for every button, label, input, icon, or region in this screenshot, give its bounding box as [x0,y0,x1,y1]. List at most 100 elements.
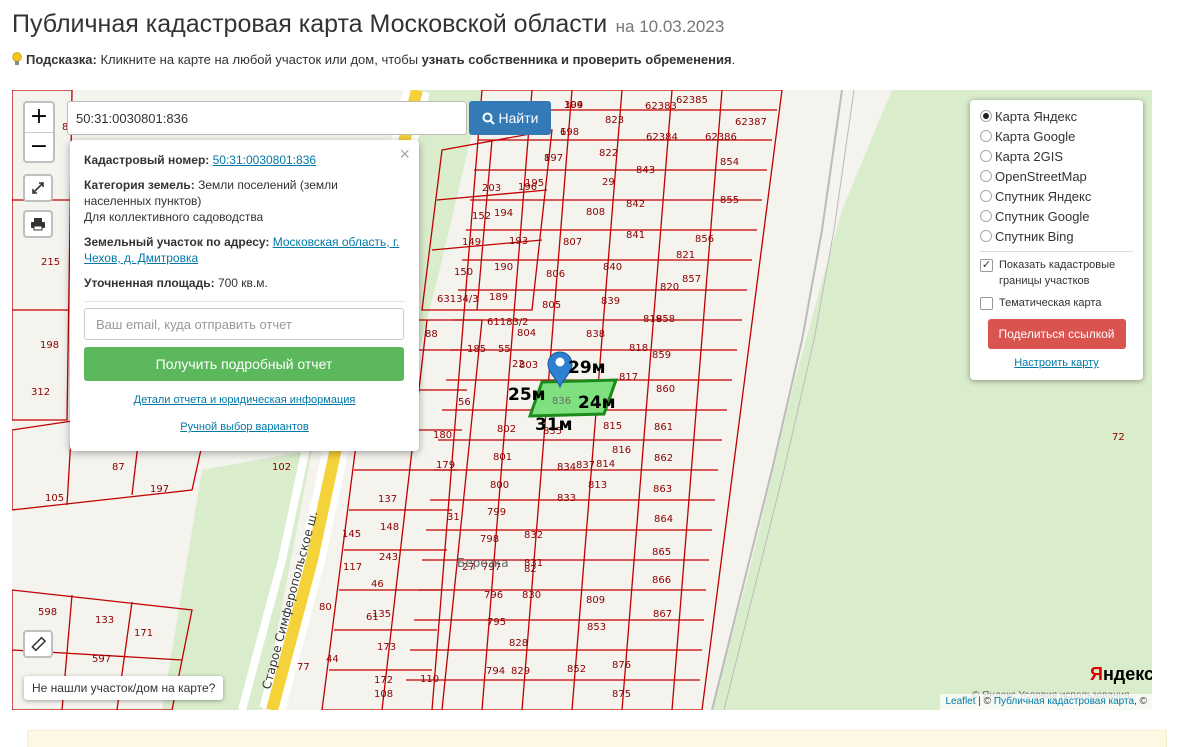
plot-number-label: 852 [567,664,586,675]
setup-map-link[interactable]: Настроить карту [1014,357,1099,369]
layer-radio[interactable] [980,210,992,222]
page-header: Публичная кадастровая карта Московской о… [12,10,724,39]
ruler-button[interactable] [23,630,53,658]
thematic-checkbox[interactable] [980,297,993,310]
plot-info-popup: × Кадастровый номер: 50:31:0030801:836 К… [70,140,419,451]
layer-radio[interactable] [980,190,992,202]
plot-number-label: 813 [588,480,607,491]
leaflet-link[interactable]: Leaflet [945,696,975,707]
get-report-button[interactable]: Получить подробный отчет [84,347,404,381]
layer-option[interactable]: OpenStreetMap [980,166,1133,186]
layer-option-label: Спутник Google [995,208,1090,224]
share-link-button[interactable]: Поделиться ссылкой [987,319,1126,349]
yandex-logo-a: Я [1090,664,1103,684]
plot-number-label: 61183/2 [487,317,529,328]
layer-radio[interactable] [980,170,992,182]
layer-radio[interactable] [980,230,992,242]
not-found-button[interactable]: Не нашли участок/дом на карте? [24,676,224,700]
pkk-link[interactable]: Публичная кадастровая карта [994,696,1134,707]
plot-number-label: 866 [652,575,671,586]
plot-number-label: 854 [720,157,739,168]
plot-number-label: 814 [596,459,615,470]
base-layer-list: Карта Яндекс Карта Google Карта 2GIS OpenSt… [980,106,1133,246]
plot-number-label: 215 [41,257,60,268]
fullscreen-button[interactable] [23,174,53,202]
layer-radio[interactable] [980,110,992,122]
plot-number-label: 801 [493,452,512,463]
email-input[interactable]: Ваш email, куда отправить отчет [84,308,404,340]
layer-radio[interactable] [980,150,992,162]
layer-radio[interactable] [980,130,992,142]
cadastral-search-input[interactable]: 50:31:0030801:836 [67,101,467,135]
layer-option[interactable]: Карта Google [980,126,1133,146]
plot-number-label: 179 [436,460,455,471]
layer-option[interactable]: Карта Яндекс [980,106,1133,126]
plot-number-label: 133 [95,615,114,626]
selected-plot-number: 836 [552,396,571,407]
plot-number-label: 62383 [645,101,677,112]
plot-number-label: 197 [150,484,169,495]
plot-number-label: 805 [542,300,561,311]
cadastral-number-link[interactable]: 50:31:0030801:836 [213,153,316,167]
plot-number-label: 804 [517,328,536,339]
plot-number-label: 860 [656,384,675,395]
plot-number-label: 834 [557,462,576,473]
popup-divider [84,301,405,302]
land-category-label: Категория земель: [84,178,195,192]
close-icon[interactable]: × [399,144,410,165]
notice-bar [27,730,1167,747]
plot-number-label: 795 [487,617,506,628]
cadastral-borders-checkbox[interactable]: ✓ [980,259,993,272]
plot-number-label: 863 [653,484,672,495]
plot-number-label: 172 [374,675,393,686]
plot-number-label: 807 [563,237,582,248]
zoom-out-button[interactable]: − [25,132,53,161]
layer-option[interactable]: Карта 2GIS [980,146,1133,166]
plot-number-label: 31 [447,512,460,523]
yandex-logo-b: ндекс [1102,664,1152,684]
find-button[interactable]: Найти [469,101,551,135]
dim-label-left: 25м [508,385,546,405]
layer-option[interactable]: Спутник Bing [980,226,1133,246]
layer-option-label: Карта Яндекс [995,108,1078,124]
layer-option-label: Спутник Яндекс [995,188,1092,204]
plot-number-label: 832 [524,530,543,541]
plot-number-label: 876 [612,660,631,671]
zoom-control: + − [23,101,55,163]
dim-label-bottom: 31м [535,415,573,435]
plot-number-label: 63134/3 [437,294,479,305]
plot-number-label: 837 [576,460,595,471]
hint-end: . [731,52,736,67]
plot-number-label: 840 [603,262,622,273]
plot-number-label: 800 [490,480,509,491]
plot-number-label: 108 [374,689,393,700]
hint-line: Подсказка: Кликните на карте на любой уч… [12,52,735,67]
plot-number-label: 243 [379,552,398,563]
report-details-link[interactable]: Детали отчета и юридическая информация [134,394,356,406]
thematic-option[interactable]: Тематическая карта [980,295,1133,311]
plot-number-label: 62385 [676,95,708,106]
layer-option[interactable]: Спутник Google [980,206,1133,226]
plot-number-label: 822 [599,148,618,159]
zoom-in-button[interactable]: + [25,103,53,132]
layer-option[interactable]: Спутник Яндекс [980,186,1133,206]
print-button[interactable] [23,210,53,238]
plot-number-label: 62387 [735,117,767,128]
plot-number-label: 857 [682,274,701,285]
plot-number-label: 798 [480,534,499,545]
plot-number-label: 815 [603,421,622,432]
plot-number-label: 152 [472,211,491,222]
plot-number-label: 145 [342,529,361,540]
cadastral-borders-option[interactable]: ✓ Показать кадастровые границы участков [980,257,1133,289]
land-category-row: Категория земель: Земли поселений (земли… [84,177,405,225]
plot-number-label: 180 [433,430,452,441]
plot-number-label: 190 [494,262,513,273]
page-title: Публичная кадастровая карта Московской о… [12,10,608,38]
plot-number-label: 198 [40,340,59,351]
plot-number-label: 62386 [705,132,737,143]
layer-switcher: Карта Яндекс Карта Google Карта 2GIS OpenSt… [970,100,1143,380]
manual-selection-link[interactable]: Ручной выбор вариантов [180,421,308,433]
plot-number-label: 105 [45,493,64,504]
cadastral-map[interactable]: 199 198 197 196 195 194 193 190 189 203 152 149 150 1… [12,90,1152,710]
map-attribution: Leaflet | © Публичная кадастровая карта,… [940,694,1152,710]
